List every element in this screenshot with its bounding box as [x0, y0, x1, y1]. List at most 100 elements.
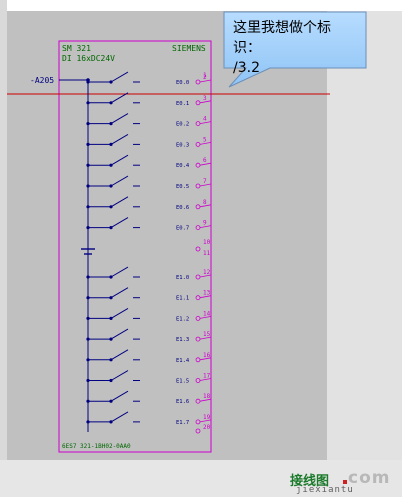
module-title: SM 321 — [62, 44, 91, 53]
switch-contact[interactable] — [110, 113, 129, 125]
switch-contact[interactable] — [110, 133, 129, 145]
contact-pivot — [109, 226, 113, 230]
input-channels: E0.02E0.13E0.24E0.35E0.46E0.57E0.68E0.79… — [86, 71, 212, 426]
channel-label: E1.4 — [176, 358, 190, 364]
terminal-number: 11 — [203, 250, 211, 257]
terminal-number: 8 — [203, 199, 207, 206]
switch-contact[interactable] — [110, 154, 129, 166]
terminal-circle[interactable] — [195, 336, 201, 342]
contact-pivot — [109, 163, 113, 167]
terminal-circle[interactable] — [195, 295, 201, 301]
terminal-circle[interactable] — [195, 378, 201, 383]
terminal-number: 10 — [203, 239, 211, 246]
terminal-number: 7 — [203, 178, 207, 185]
terminal-number: 20 — [203, 424, 211, 431]
wire-junction — [86, 399, 90, 403]
contact-pivot — [109, 184, 113, 188]
switch-contact[interactable] — [110, 390, 129, 402]
terminal-number: 4 — [203, 116, 207, 123]
contact-pivot — [109, 275, 113, 279]
channel-label: E0.2 — [176, 122, 189, 128]
terminal-circle[interactable] — [195, 357, 201, 363]
terminal-circle[interactable] — [195, 79, 201, 85]
wire-junction — [86, 101, 90, 105]
terminal-circle[interactable] — [195, 162, 201, 168]
terminal-circle[interactable] — [195, 419, 201, 425]
terminal-number: 9 — [203, 220, 207, 227]
terminal-circle[interactable] — [195, 121, 201, 126]
contact-pivot — [109, 296, 113, 300]
contact-pivot — [109, 101, 113, 105]
terminal-circle[interactable] — [195, 246, 201, 252]
terminal-circle[interactable] — [195, 225, 201, 231]
channel-label: E1.1 — [176, 296, 189, 302]
watermark-bottom: jiexiantu — [296, 485, 354, 495]
terminal-number: 5 — [203, 136, 207, 143]
switch-contact[interactable] — [110, 175, 129, 187]
contact-pivot — [109, 378, 113, 383]
terminal-circle[interactable] — [195, 428, 201, 434]
switch-contact[interactable] — [110, 196, 129, 208]
switch-contact[interactable] — [110, 266, 129, 278]
contact-pivot — [109, 205, 113, 209]
contact-pivot — [109, 337, 113, 341]
wire-junction — [86, 275, 90, 279]
channel-label: E1.5 — [176, 379, 189, 385]
wire-junction — [86, 142, 90, 146]
terminal-circle[interactable] — [195, 183, 201, 189]
terminal-number: 6 — [203, 157, 207, 164]
channel-label: E1.3 — [176, 337, 189, 343]
wire-junction — [86, 420, 90, 424]
terminal-circle[interactable] — [195, 398, 201, 404]
contact-pivot — [109, 399, 113, 403]
wire-junction — [86, 163, 90, 167]
wire-junction — [86, 184, 90, 188]
terminal-number: 1 — [203, 72, 207, 79]
contact-pivot — [109, 122, 113, 126]
channel-label: E0.1 — [176, 101, 189, 107]
channel-label: E0.6 — [176, 205, 189, 211]
channel-label: E0.4 — [176, 163, 190, 169]
channel-label: E1.7 — [176, 420, 189, 426]
module-subtitle: DI 16xDC24V — [62, 54, 115, 63]
callout-line-1: 这里我想做个标识： — [233, 20, 331, 56]
watermark-dot — [343, 480, 347, 484]
channel-label: E0.3 — [176, 142, 189, 148]
watermark-com: com — [348, 468, 391, 488]
wire-junction — [86, 316, 90, 320]
device-tag: -A205 — [30, 76, 54, 85]
module-brand: SIEMENS — [172, 44, 206, 53]
callout-line-2: /3.2 — [233, 60, 260, 76]
terminal-circle[interactable] — [195, 100, 201, 106]
channel-label: E0.0 — [176, 80, 189, 86]
switch-contact[interactable] — [110, 71, 129, 83]
switch-contact[interactable] — [110, 411, 129, 423]
switch-contact[interactable] — [110, 370, 129, 381]
contact-pivot — [109, 80, 113, 84]
terminal-circle[interactable] — [195, 141, 201, 147]
switch-contact[interactable] — [110, 287, 129, 299]
wire-junction — [86, 337, 90, 341]
channel-label: E1.6 — [176, 399, 189, 405]
wire-junction — [86, 226, 90, 230]
terminal-circle[interactable] — [195, 274, 201, 280]
switch-contact[interactable] — [110, 349, 129, 361]
callout-text: 这里我想做个标识： /3.2 — [233, 18, 358, 78]
terminal-circle[interactable] — [195, 315, 201, 321]
contact-pivot — [109, 316, 113, 320]
wire-junction — [86, 80, 90, 84]
terminal-circle[interactable] — [195, 204, 201, 210]
channel-label: E0.5 — [176, 184, 189, 190]
switch-contact[interactable] — [110, 217, 129, 229]
switch-contact[interactable] — [110, 328, 129, 340]
channel-label: E1.2 — [176, 316, 189, 322]
wire-junction — [86, 296, 90, 300]
wire-junction — [86, 122, 90, 126]
switch-contact[interactable] — [110, 307, 129, 319]
contact-pivot — [109, 142, 113, 146]
wire-junction — [86, 205, 90, 209]
channel-label: E0.7 — [176, 226, 189, 232]
contact-pivot — [109, 358, 113, 362]
terminal-number: 3 — [203, 95, 207, 102]
module-order-number: 6ES7 321-1BH02-0AA0 — [62, 443, 131, 450]
